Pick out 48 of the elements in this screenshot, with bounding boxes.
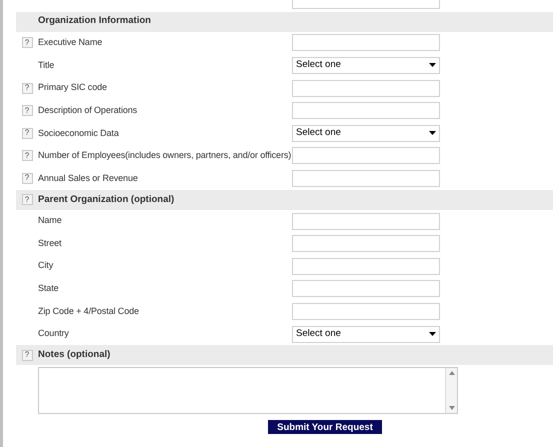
field-label: State bbox=[38, 282, 59, 296]
section-title: Notes (optional) bbox=[38, 348, 110, 362]
field-label: Executive Name bbox=[38, 36, 102, 50]
field-label: Name bbox=[38, 214, 62, 228]
notes-field[interactable] bbox=[38, 367, 458, 414]
section-title: Parent Organization (optional) bbox=[38, 192, 174, 207]
input-field[interactable] bbox=[292, 34, 440, 52]
help-button[interactable]: ? bbox=[22, 150, 32, 162]
field-label: Socioeconomic Data bbox=[38, 126, 119, 140]
field-label: Street bbox=[38, 236, 62, 250]
field-label: Zip Code + 4/Postal Code bbox=[38, 304, 139, 318]
field-label: Title bbox=[38, 58, 54, 72]
input-field[interactable] bbox=[292, 102, 440, 120]
caret-icon bbox=[429, 332, 436, 336]
input-field[interactable] bbox=[292, 147, 440, 164]
help-button[interactable]: ? bbox=[22, 105, 32, 116]
section-title: Organization Information bbox=[38, 14, 151, 28]
field-label: Description of Operations bbox=[38, 104, 138, 117]
input-field[interactable] bbox=[292, 280, 440, 298]
help-button[interactable]: ? bbox=[22, 194, 32, 206]
help-button[interactable]: ? bbox=[22, 172, 32, 184]
select-value: Select one bbox=[296, 126, 341, 140]
scroll-down-icon[interactable] bbox=[448, 406, 454, 410]
select-value: Select one bbox=[296, 58, 341, 72]
select-value: Select one bbox=[296, 326, 341, 341]
field-label: Annual Sales or Revenue bbox=[38, 172, 138, 185]
caret-icon bbox=[429, 131, 436, 136]
input-field[interactable] bbox=[292, 235, 440, 252]
input-field[interactable] bbox=[292, 212, 440, 230]
input-field[interactable] bbox=[292, 80, 440, 97]
scrollbar[interactable] bbox=[445, 368, 457, 414]
select-dropdown[interactable]: Select one bbox=[292, 326, 440, 343]
caret-icon bbox=[429, 63, 436, 68]
field-label: City bbox=[38, 259, 54, 272]
field-label: Number of Employees(includes owners, partners, and/or officers) bbox=[38, 149, 292, 162]
input-field[interactable] bbox=[292, 302, 440, 320]
help-button[interactable]: ? bbox=[22, 82, 32, 94]
help-button[interactable]: ? bbox=[22, 37, 32, 48]
field-label: Primary SIC code bbox=[38, 81, 107, 94]
input-field[interactable] bbox=[292, 258, 440, 275]
select-dropdown[interactable]: Select one bbox=[292, 124, 440, 142]
help-button[interactable]: ? bbox=[22, 350, 32, 361]
field-label: Country bbox=[38, 327, 69, 340]
help-button[interactable]: ? bbox=[22, 128, 32, 139]
select-dropdown[interactable]: Select one bbox=[292, 56, 440, 74]
submit-button[interactable]: Submit Your Request bbox=[268, 420, 382, 434]
scroll-up-icon[interactable] bbox=[448, 371, 454, 376]
input-field[interactable] bbox=[292, 170, 440, 187]
